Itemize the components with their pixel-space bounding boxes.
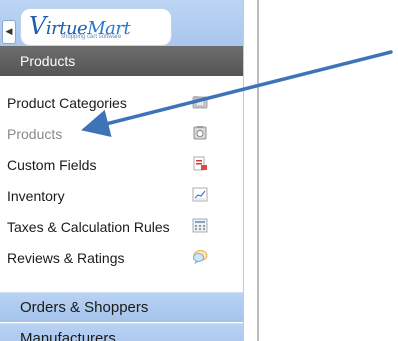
annotation-arrow xyxy=(81,50,393,138)
